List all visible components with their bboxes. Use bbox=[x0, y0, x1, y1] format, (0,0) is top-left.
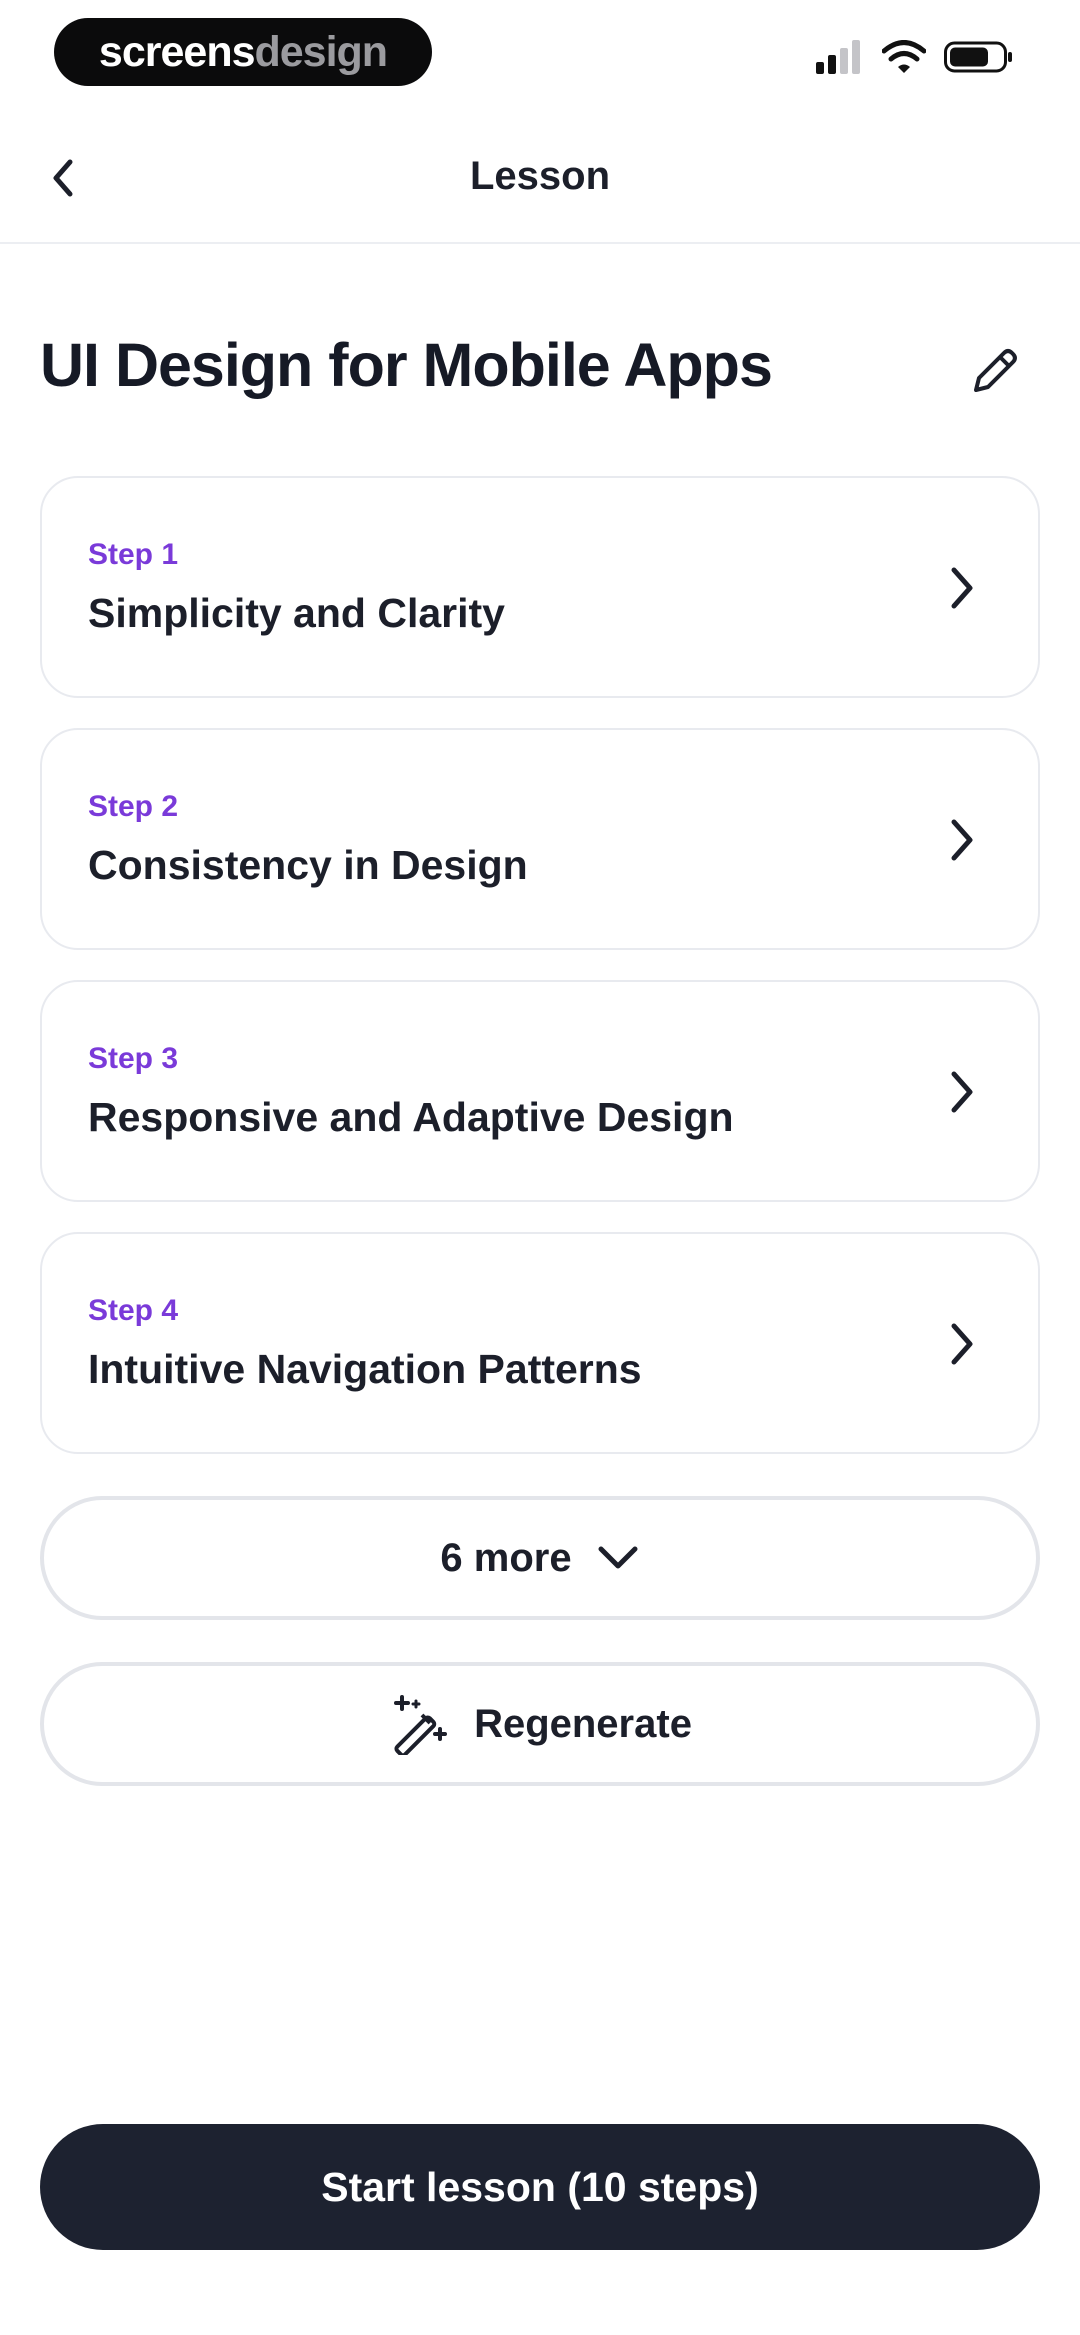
brand-text-part2: design bbox=[254, 27, 389, 76]
step-label: Step 3 bbox=[88, 1042, 179, 1075]
regenerate-button[interactable]: Regenerate bbox=[40, 1662, 1040, 1786]
regenerate-label: Regenerate bbox=[474, 1701, 692, 1746]
step-title: Responsive and Adaptive Design bbox=[88, 1094, 734, 1140]
show-more-label: 6 more bbox=[440, 1535, 572, 1580]
step-title: Simplicity and Clarity bbox=[88, 590, 505, 636]
nav-title: Lesson bbox=[469, 154, 611, 198]
brand-text-part1: screens bbox=[98, 27, 256, 76]
nav-bar: Lesson bbox=[0, 110, 1080, 244]
chevron-right-icon bbox=[951, 567, 973, 609]
step-card-1[interactable]: Step 1 Simplicity and Clarity bbox=[40, 476, 1040, 698]
signal-icon bbox=[816, 40, 860, 74]
chevron-right-icon bbox=[951, 1071, 973, 1113]
show-more-button[interactable]: 6 more bbox=[40, 1496, 1040, 1620]
start-lesson-button[interactable]: Start lesson (10 steps) bbox=[40, 2124, 1040, 2250]
chevron-right-icon bbox=[951, 1323, 973, 1365]
wifi-icon bbox=[882, 40, 926, 73]
start-lesson-label: Start lesson (10 steps) bbox=[321, 2163, 759, 2210]
chevron-down-icon bbox=[598, 1546, 638, 1569]
battery-icon bbox=[944, 41, 1012, 73]
step-card-3[interactable]: Step 3 Responsive and Adaptive Design bbox=[40, 980, 1040, 1202]
step-label: Step 2 bbox=[88, 790, 179, 823]
step-title: Intuitive Navigation Patterns bbox=[88, 1346, 642, 1392]
step-card-2[interactable]: Step 2 Consistency in Design bbox=[40, 728, 1040, 950]
step-card-4[interactable]: Step 4 Intuitive Navigation Patterns bbox=[40, 1232, 1040, 1454]
page-title: UI Design for Mobile Apps bbox=[40, 331, 773, 399]
pencil-icon[interactable] bbox=[964, 342, 1024, 402]
step-label: Step 1 bbox=[88, 538, 179, 571]
step-title: Consistency in Design bbox=[88, 842, 528, 888]
magic-wand-icon bbox=[394, 1695, 448, 1755]
chevron-right-icon bbox=[951, 819, 973, 861]
step-label: Step 4 bbox=[88, 1294, 179, 1327]
status-icons bbox=[816, 40, 1014, 74]
status-bar: screens design bbox=[0, 0, 1080, 110]
brand-logo: screens design bbox=[54, 18, 432, 86]
